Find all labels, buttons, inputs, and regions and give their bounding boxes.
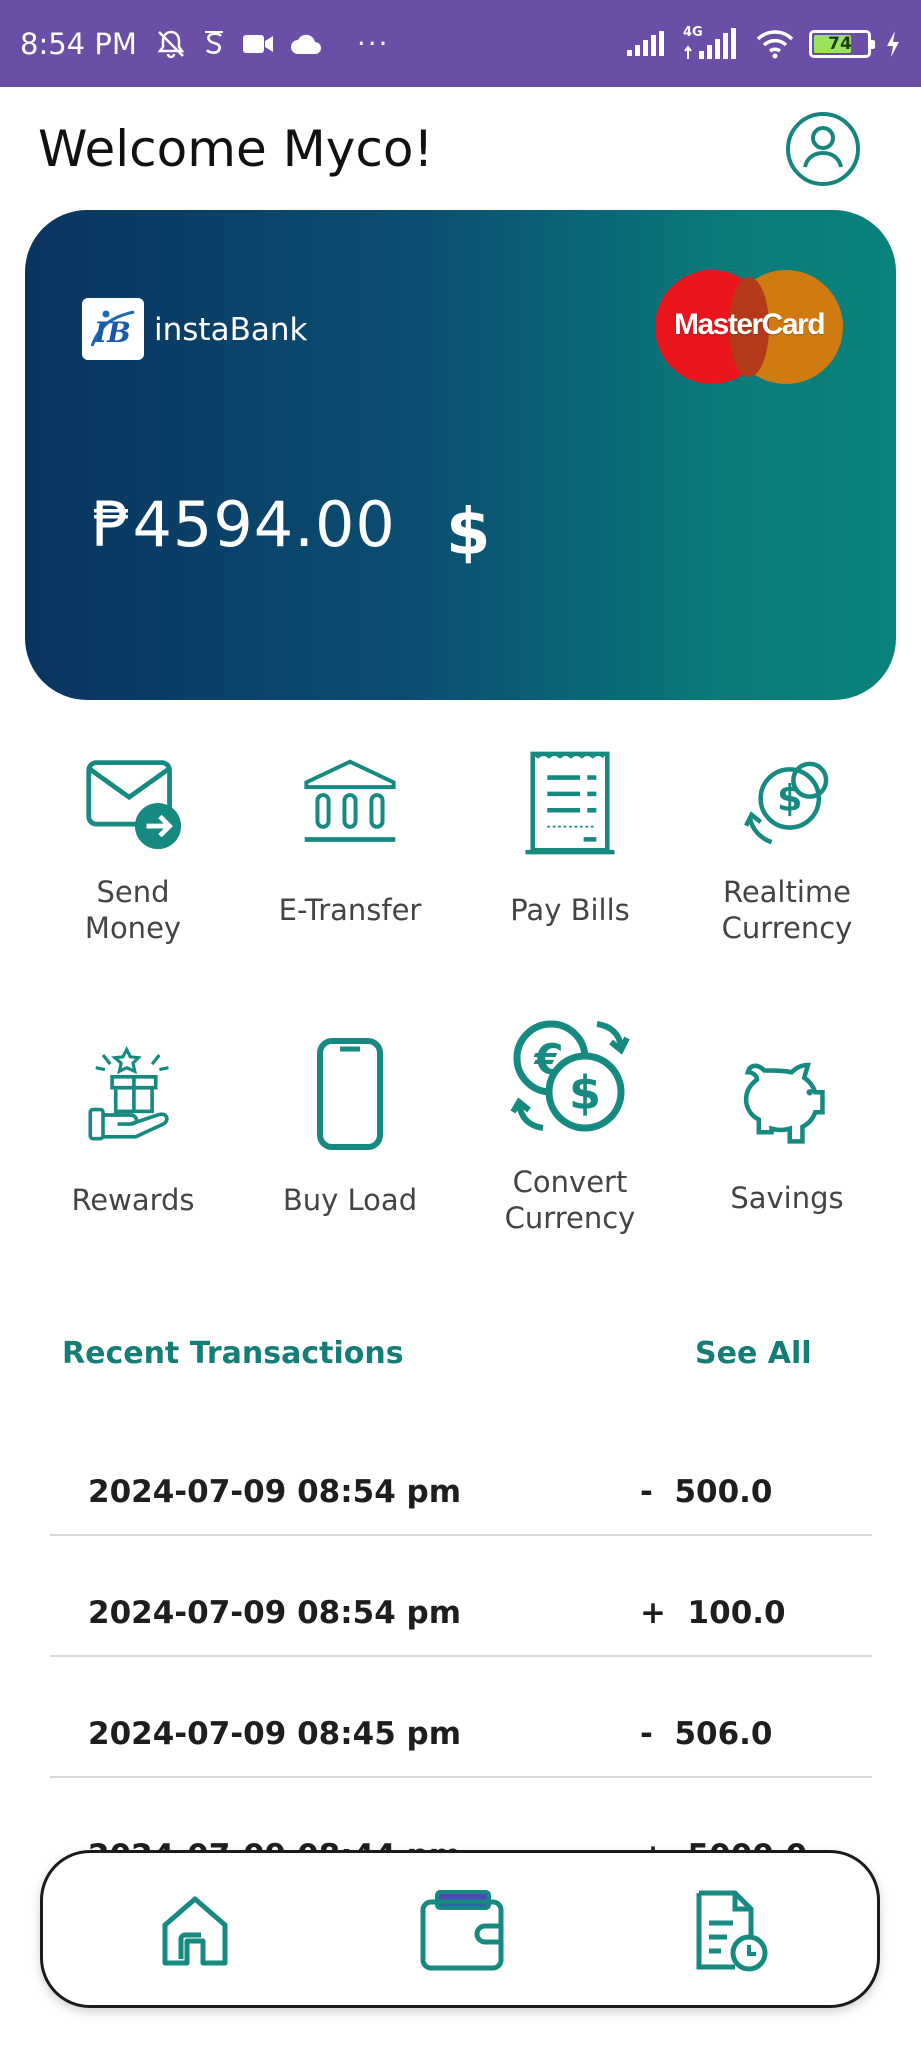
home-icon [159, 1893, 231, 1974]
action-label: Savings [730, 1181, 844, 1215]
balance-amount: ₱4594.00 [92, 488, 396, 561]
bank-logo: IB [82, 298, 144, 360]
bottom-navigation [40, 1850, 880, 2008]
status-bar: 8:54 PM ··· 4G 74 [0, 0, 921, 87]
svg-text:$: $ [777, 777, 802, 820]
see-all-link[interactable]: See All [695, 1336, 812, 1371]
transaction-amount: - 500.0 [640, 1474, 773, 1510]
action-realtime-currency[interactable]: $ Realtime Currency [687, 738, 887, 958]
recent-transactions-title: Recent Transactions [62, 1336, 404, 1371]
row-divider [50, 1534, 872, 1536]
bank-logo-letters: IB [94, 316, 131, 349]
action-label-line2: Currency [721, 911, 853, 945]
transaction-date: 2024-07-09 08:45 pm [88, 1716, 462, 1752]
cloud-icon [289, 32, 323, 56]
action-label: Realtime [722, 875, 852, 909]
currency-toggle[interactable]: $ [446, 496, 491, 570]
action-label: Rewards [71, 1183, 195, 1217]
action-label: Pay Bills [510, 893, 630, 927]
transaction-row[interactable]: 2024-07-09 08:45 pm - 506.0 [50, 1716, 872, 1836]
nav-wallet-button[interactable] [413, 1883, 513, 1983]
coin-exchange-icon: $ [737, 738, 837, 868]
action-label-line2: Currency [504, 1201, 636, 1235]
mastercard-text: MasterCard [673, 308, 826, 341]
action-convert-currency[interactable]: € $ Convert Currency [470, 1012, 670, 1252]
status-left-icons: ··· [155, 27, 390, 60]
charging-bolt-icon [885, 30, 901, 58]
gift-hand-icon [83, 1030, 183, 1160]
action-buy-load[interactable]: Buy Load [250, 1030, 450, 1250]
muted-bell-icon [155, 28, 187, 60]
transaction-date: 2024-07-09 08:54 pm [88, 1595, 462, 1631]
action-label: E-Transfer [278, 893, 422, 927]
battery-percent: 74 [828, 33, 852, 54]
battery-icon: 74 [809, 29, 875, 58]
action-label: Convert [512, 1165, 628, 1199]
action-label: Send [96, 875, 170, 909]
s-app-icon [201, 29, 227, 59]
history-icon [691, 1889, 771, 1978]
row-divider [50, 1776, 872, 1778]
currency-convert-icon: € $ [505, 1012, 635, 1142]
transaction-amount: - 506.0 [640, 1716, 773, 1752]
action-e-transfer[interactable]: E-Transfer [250, 738, 450, 958]
svg-text:$: $ [569, 1066, 601, 1120]
bank-logo-mark: IB [86, 302, 140, 356]
piggy-bank-icon [737, 1030, 837, 1160]
signal-4g-icon: 4G [683, 25, 741, 61]
nav-history-button[interactable] [681, 1883, 781, 1983]
action-rewards[interactable]: Rewards [33, 1030, 233, 1250]
profile-button[interactable] [786, 112, 860, 186]
action-pay-bills[interactable]: Pay Bills [470, 738, 670, 958]
wallet-icon [417, 1886, 509, 1981]
user-profile-icon [801, 123, 845, 176]
send-money-icon [83, 738, 183, 868]
transaction-date: 2024-07-09 08:54 pm [88, 1474, 462, 1510]
transaction-amount: + 100.0 [640, 1595, 786, 1631]
action-savings[interactable]: Savings [687, 1030, 887, 1250]
bank-icon [300, 738, 400, 868]
video-camera-icon [241, 31, 275, 57]
signal-icon [625, 30, 669, 58]
status-more-indicator: ··· [356, 27, 390, 60]
action-label-line2: Money [84, 911, 182, 945]
action-send-money[interactable]: Send Money [33, 738, 233, 958]
action-label: Buy Load [282, 1183, 418, 1217]
welcome-title: Welcome Myco! [38, 120, 434, 178]
phone-icon [300, 1030, 400, 1160]
wifi-icon [755, 29, 795, 59]
transaction-row[interactable]: 2024-07-09 08:54 pm - 500.0 [50, 1474, 872, 1594]
nav-home-button[interactable] [145, 1883, 245, 1983]
mastercard-logo: MasterCard [655, 270, 843, 384]
receipt-icon [520, 738, 620, 868]
status-right-icons: 4G 74 [625, 25, 901, 61]
status-time: 8:54 PM [20, 26, 137, 61]
row-divider [50, 1655, 872, 1657]
transaction-row[interactable]: 2024-07-09 08:54 pm + 100.0 [50, 1595, 872, 1715]
bank-name: instaBank [154, 312, 308, 348]
